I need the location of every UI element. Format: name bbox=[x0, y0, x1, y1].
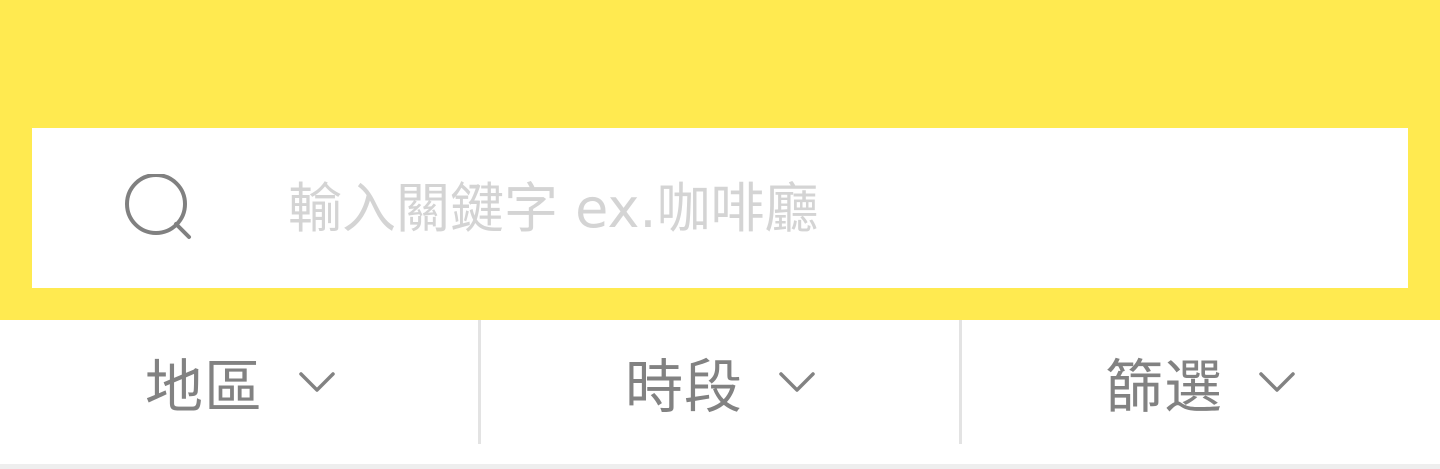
filter-region-dropdown[interactable]: 地區 bbox=[0, 320, 480, 444]
filter-divider bbox=[478, 320, 481, 444]
chevron-down-icon bbox=[299, 372, 335, 392]
filter-divider bbox=[959, 320, 962, 444]
chevron-down-icon bbox=[1259, 372, 1295, 392]
filter-bar: 地區 時段 篩選 bbox=[0, 320, 1440, 464]
bottom-divider bbox=[0, 464, 1440, 469]
search-icon[interactable] bbox=[124, 174, 194, 240]
filter-options-label: 篩選 bbox=[1104, 353, 1223, 421]
chevron-down-icon bbox=[779, 372, 815, 392]
filter-time-dropdown[interactable]: 時段 bbox=[480, 320, 960, 444]
filter-options-dropdown[interactable]: 篩選 bbox=[960, 320, 1440, 444]
filter-region-label: 地區 bbox=[144, 353, 263, 421]
search-input[interactable] bbox=[288, 160, 1368, 256]
filter-time-label: 時段 bbox=[624, 353, 743, 421]
